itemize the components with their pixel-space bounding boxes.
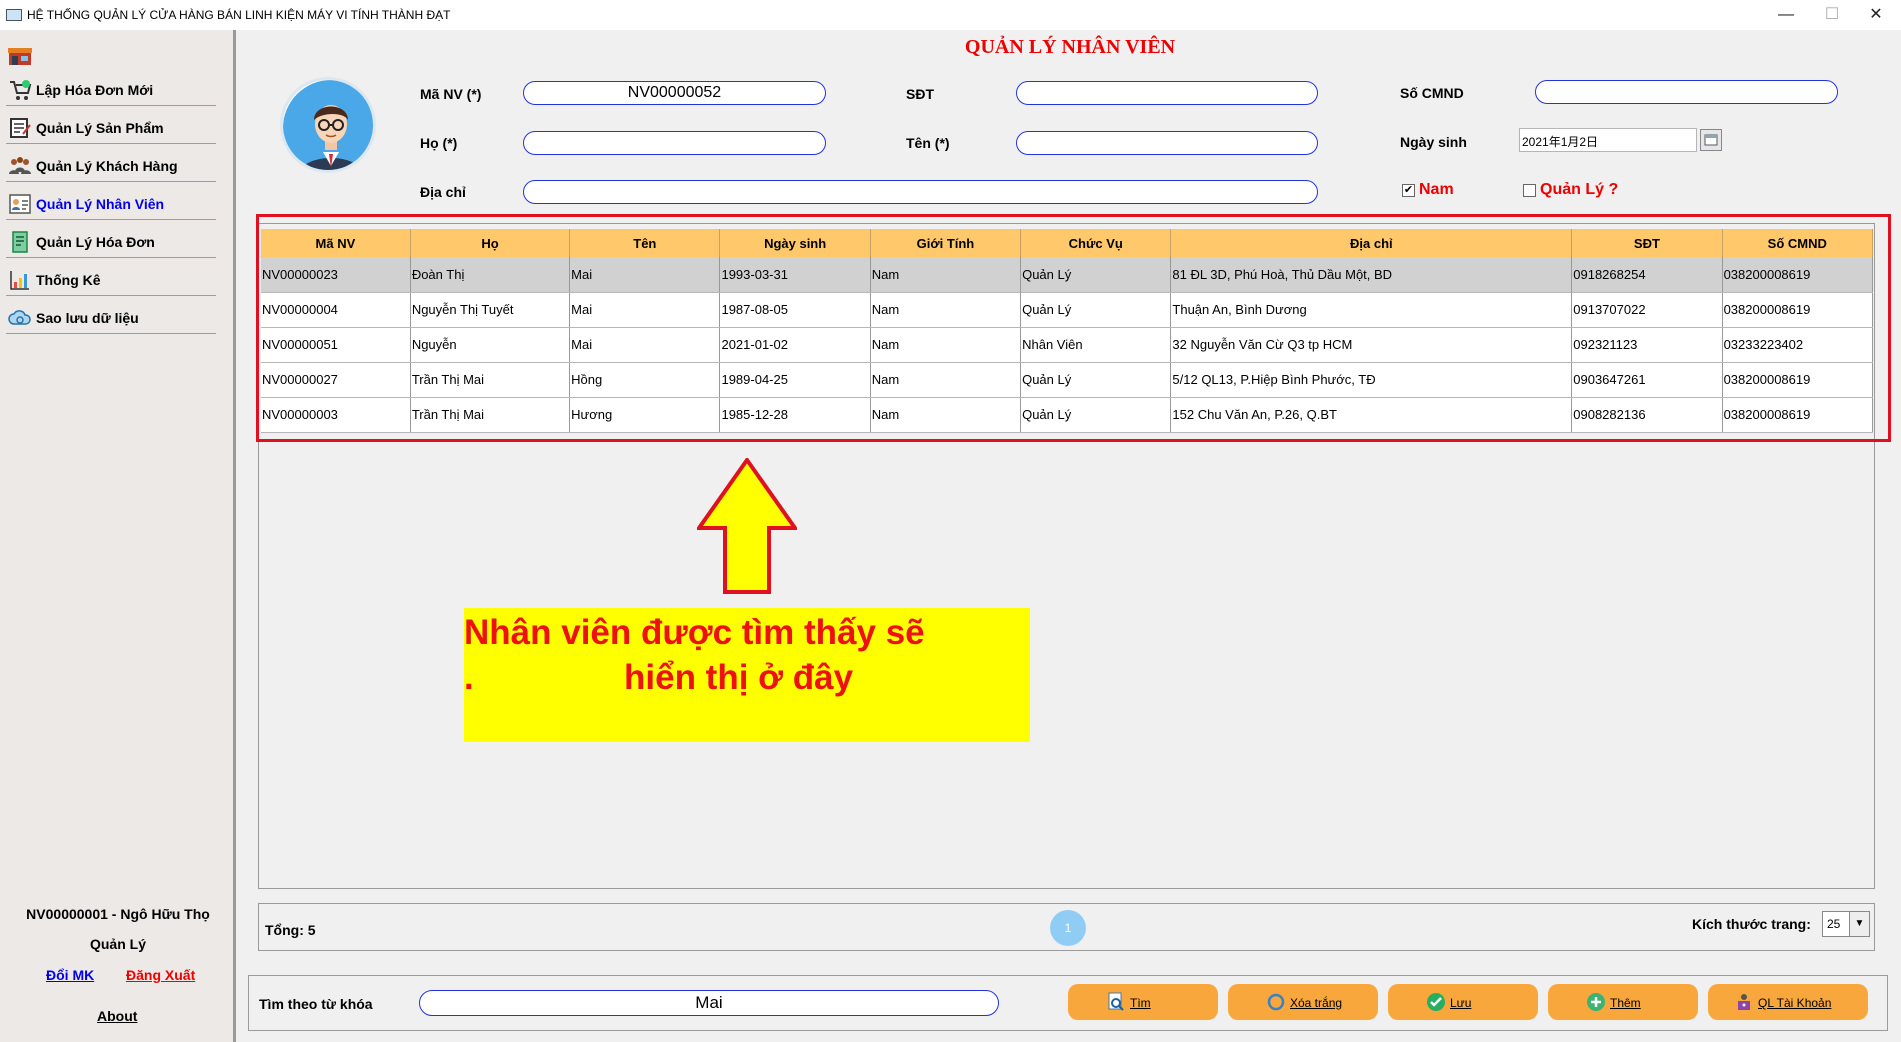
- current-user-role: Quản Lý: [89, 936, 146, 952]
- total-count: Tổng: 5: [265, 922, 316, 938]
- annotation-line-2: hiển thị ở đây: [624, 658, 854, 697]
- nam-label: Nam: [1419, 181, 1454, 198]
- up-arrow-icon: [697, 458, 797, 594]
- product-icon: [10, 118, 31, 138]
- ma-nv-label: Mã NV (*): [420, 86, 482, 102]
- backup-icon: [8, 310, 31, 325]
- about-link[interactable]: About: [97, 1008, 137, 1024]
- title-bar: HỆ THỐNG QUẢN LÝ CỬA HÀNG BÁN LINH KIỆN …: [0, 0, 1901, 30]
- current-user-name: NV00000001 - Ngô Hữu Thọ: [26, 906, 210, 922]
- sidebar-item-label: Quản Lý Nhân Viên: [36, 196, 165, 212]
- nam-checkbox[interactable]: ✔: [1402, 184, 1415, 197]
- page-title: QUẢN LÝ NHÂN VIÊN: [964, 36, 1176, 58]
- quan-ly-checkbox[interactable]: [1523, 184, 1536, 197]
- minimize-button[interactable]: —: [1766, 4, 1806, 26]
- check-icon: [1427, 993, 1445, 1011]
- employee-avatar: [280, 77, 376, 173]
- sidebar-item-label: Lập Hóa Đơn Mới: [36, 82, 154, 98]
- chart-icon: [10, 271, 29, 290]
- store-icon[interactable]: [8, 46, 32, 66]
- ma-nv-field[interactable]: NV00000052: [523, 81, 826, 105]
- logout-link[interactable]: Đăng Xuất: [126, 967, 195, 983]
- ten-label: Tên (*): [906, 135, 950, 151]
- sdt-field[interactable]: [1016, 81, 1318, 105]
- pagination-bar: Tổng: 5 1 Kích thước trang: 25 ▼: [258, 903, 1875, 951]
- invoice-icon: [12, 231, 28, 253]
- window-title: HỆ THỐNG QUẢN LÝ CỬA HÀNG BÁN LINH KIỆN …: [27, 8, 451, 22]
- account-lock-icon: [1738, 994, 1750, 1010]
- change-password-link[interactable]: Đổi MK: [46, 967, 94, 983]
- sidebar-item-quan-ly-san-pham[interactable]: Quản Lý Sản Phẩm: [6, 108, 216, 144]
- search-icon: [1108, 992, 1124, 1011]
- cart-icon: [10, 80, 32, 100]
- clear-button[interactable]: Xóa trắng: [1228, 984, 1378, 1020]
- app-icon: [6, 9, 22, 21]
- chevron-down-icon: ▼: [1849, 912, 1869, 936]
- clear-button-label: Xóa trắng: [1290, 996, 1343, 1010]
- save-button-label: Lưu: [1450, 996, 1472, 1010]
- add-button[interactable]: Thêm: [1548, 984, 1698, 1020]
- dia-chi-label: Địa chỉ: [420, 184, 466, 200]
- page-size-label: Kích thước trang:: [1692, 916, 1811, 932]
- plus-icon: [1587, 993, 1605, 1011]
- page-button-1[interactable]: 1: [1050, 910, 1086, 946]
- account-manage-label: QL Tài Khoản: [1758, 996, 1832, 1010]
- employee-icon: [9, 194, 31, 214]
- avatar-icon: [283, 80, 373, 170]
- quan-ly-label: Quản Lý ?: [1540, 181, 1619, 198]
- sidebar-item-quan-ly-nhan-vien[interactable]: Quản Lý Nhân Viên: [6, 184, 216, 220]
- sidebar-item-lap-hoa-don[interactable]: Lập Hóa Đơn Mới: [6, 70, 216, 106]
- sidebar-item-sao-luu[interactable]: Sao lưu dữ liệu: [6, 298, 216, 334]
- maximize-button[interactable]: ☐: [1812, 4, 1852, 26]
- search-button-label: Tìm: [1130, 996, 1151, 1010]
- calendar-icon: [1704, 134, 1718, 146]
- add-button-label: Thêm: [1610, 996, 1641, 1010]
- sdt-label: SĐT: [906, 86, 934, 102]
- save-button[interactable]: Lưu: [1388, 984, 1538, 1020]
- page-size-value: 25: [1827, 917, 1841, 931]
- sidebar-item-label: Thống Kê: [36, 272, 101, 288]
- calendar-button[interactable]: [1700, 129, 1722, 151]
- sidebar-item-quan-ly-khach-hang[interactable]: Quản Lý Khách Hàng: [6, 146, 216, 182]
- sidebar-item-label: Sao lưu dữ liệu: [36, 310, 139, 326]
- search-bar: Tìm theo từ khóa Mai Tìm Xóa trắng Lưu T…: [248, 975, 1888, 1031]
- sidebar-item-label: Quản Lý Sản Phẩm: [36, 120, 164, 136]
- annotation-note: Nhân viên được tìm thấy sẽ . hiển thị ở …: [464, 608, 1030, 742]
- sidebar: Lập Hóa Đơn Mới Quản Lý Sản Phẩm Quản Lý…: [0, 30, 236, 1042]
- cmnd-label: Số CMND: [1400, 85, 1464, 101]
- sidebar-item-thong-ke[interactable]: Thống Kê: [6, 260, 216, 296]
- cmnd-field[interactable]: [1535, 80, 1838, 104]
- search-input[interactable]: Mai: [419, 990, 999, 1016]
- search-label: Tìm theo từ khóa: [259, 996, 373, 1012]
- account-manage-button[interactable]: QL Tài Khoản: [1708, 984, 1868, 1020]
- search-button[interactable]: Tìm: [1068, 984, 1218, 1020]
- ngay-sinh-field[interactable]: 2021年1月2日: [1519, 128, 1697, 152]
- close-button[interactable]: ✕: [1856, 4, 1896, 26]
- sidebar-item-label: Quản Lý Khách Hàng: [36, 158, 178, 174]
- ten-field[interactable]: [1016, 131, 1318, 155]
- dia-chi-field[interactable]: [523, 180, 1318, 204]
- ho-field[interactable]: [523, 131, 826, 155]
- customers-icon: [9, 157, 31, 174]
- highlight-frame: [256, 214, 1891, 442]
- ngay-sinh-label: Ngày sinh: [1400, 134, 1467, 150]
- sidebar-item-quan-ly-hoa-don[interactable]: Quản Lý Hóa Đơn: [6, 222, 216, 258]
- refresh-icon: [1267, 993, 1285, 1011]
- ho-label: Họ (*): [420, 135, 458, 151]
- sidebar-item-label: Quản Lý Hóa Đơn: [36, 234, 155, 250]
- annotation-dot: .: [464, 658, 474, 697]
- page-size-select[interactable]: 25 ▼: [1822, 911, 1870, 937]
- annotation-line-1: Nhân viên được tìm thấy sẽ: [464, 613, 925, 652]
